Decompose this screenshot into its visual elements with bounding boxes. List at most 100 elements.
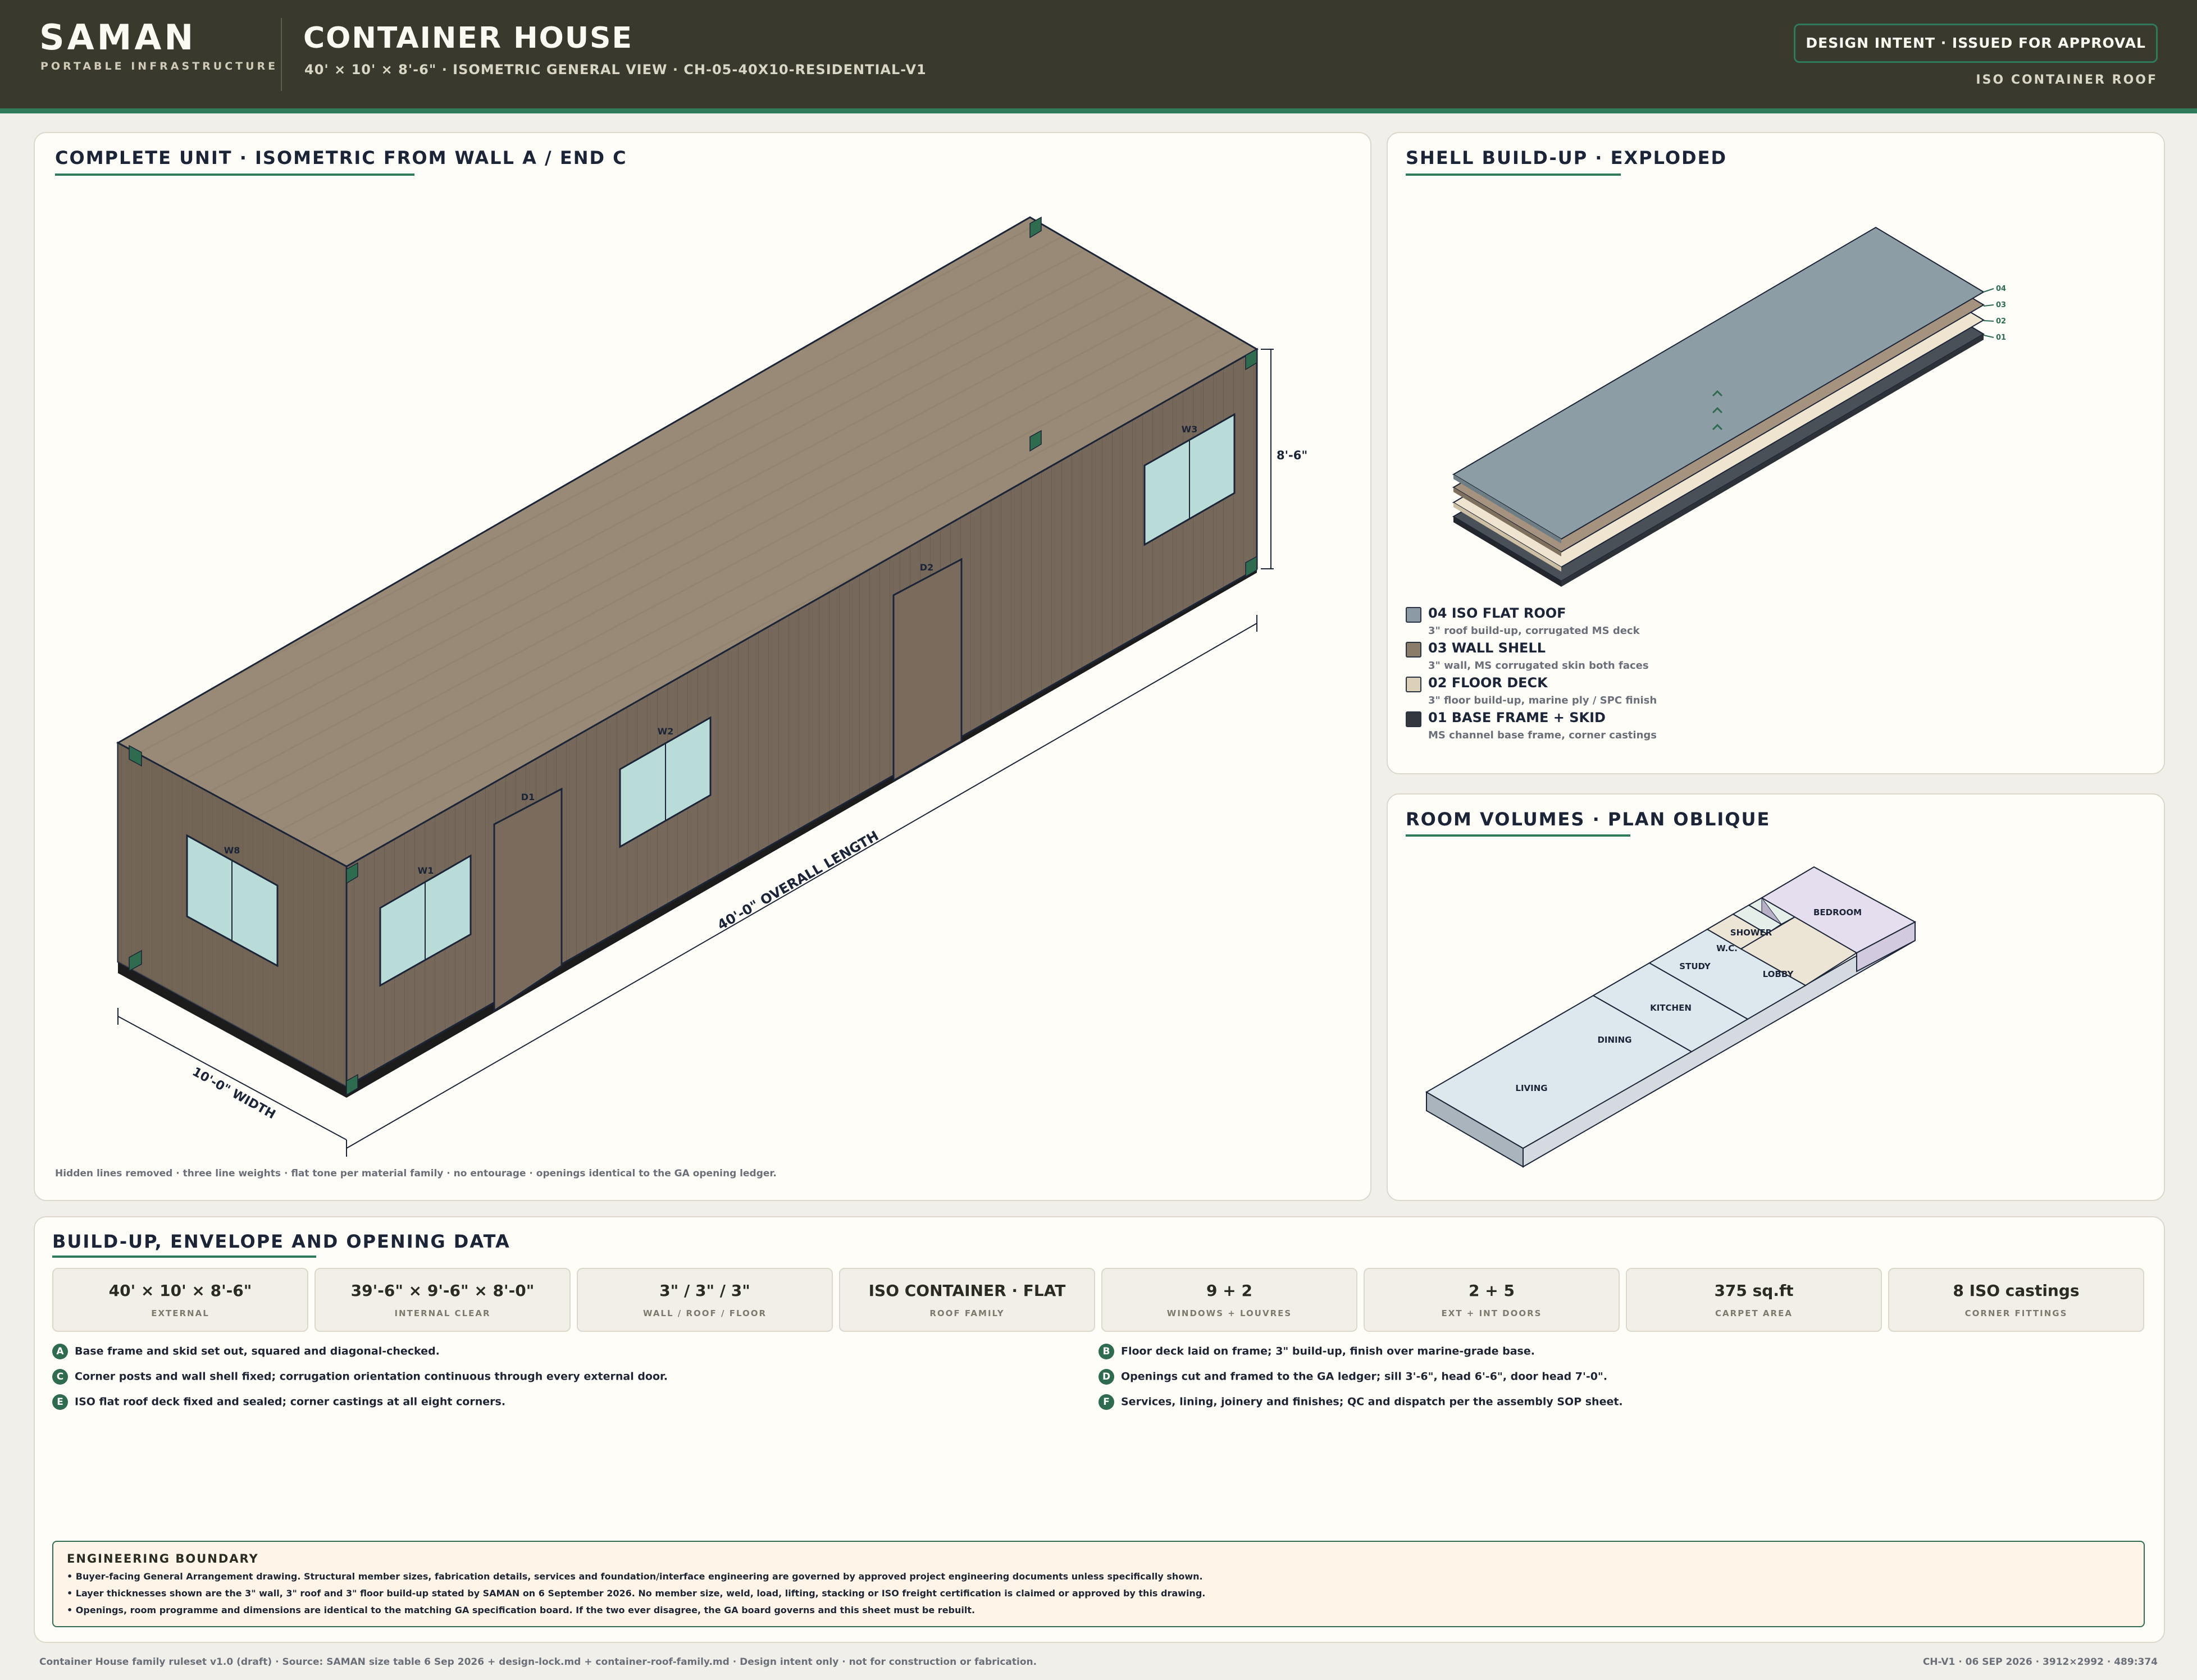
header-accent-rule	[0, 108, 2197, 113]
footer-source-note: Container House family ruleset v1.0 (dra…	[39, 1656, 1037, 1668]
stat-carpet-area-label: CARPET AREA	[1715, 1308, 1793, 1318]
stat-layer-thickness-label: WALL / ROOF / FLOOR	[642, 1308, 767, 1318]
iso-view-footnote: Hidden lines removed · three line weight…	[55, 1168, 777, 1179]
opening-label-w3: W3	[1182, 424, 1198, 435]
roof-family-tag: ISO CONTAINER ROOF	[1976, 73, 2158, 87]
height-dimension	[1261, 349, 1274, 569]
room-label-shower: SHOWER	[1730, 928, 1772, 938]
layer-leaders	[1983, 288, 1994, 338]
shell-exploded-drawing: 04 03 02 01	[1452, 226, 2006, 587]
stat-external-label: EXTERNAL	[151, 1308, 209, 1318]
stat-windows-label: WINDOWS + LOUVRES	[1166, 1308, 1292, 1318]
height-dimension-label: 8'-6"	[1277, 449, 1307, 462]
stat-corner-fittings-value: 8 ISO castings	[1953, 1281, 2080, 1300]
engineering-boundary-title: ENGINEERING BOUNDARY	[67, 1552, 259, 1565]
legend-sub-floor: 3" floor build-up, marine ply / SPC fini…	[1428, 695, 1657, 706]
shell-buildup-title: SHELL BUILD-UP · EXPLODED	[1406, 147, 1727, 168]
layer-tag-04: 04	[1996, 285, 2006, 293]
step-f-badge: F	[1098, 1394, 1114, 1410]
status-badge: DESIGN INTENT · ISSUED FOR APPROVAL	[1794, 24, 2158, 63]
buildup-data-title-rule	[52, 1256, 316, 1258]
room-volumes-title: ROOM VOLUMES · PLAN OBLIQUE	[1406, 809, 1771, 830]
step-a: A Base frame and skid set out, squared an…	[52, 1344, 440, 1359]
stat-doors-label: EXT + INT DOORS	[1441, 1308, 1542, 1318]
legend-swatch-roof	[1406, 607, 1421, 623]
engineering-boundary-line: • Openings, room programme and dimension…	[67, 1605, 976, 1615]
room-volumes-title-rule	[1406, 834, 1630, 837]
layer-tag-01: 01	[1996, 334, 2006, 342]
step-d-badge: D	[1098, 1369, 1114, 1385]
step-c: C Corner posts and wall shell fixed; corr…	[52, 1369, 668, 1385]
stat-internal-clear-value: 39'-6" × 9'-6" × 8'-0"	[350, 1281, 535, 1300]
stat-doors: 2 + 5 EXT + INT DOORS	[1364, 1268, 1620, 1332]
engineering-boundary-line: • Layer thicknesses shown are the 3" wal…	[67, 1588, 1206, 1599]
stat-corner-fittings-label: CORNER FITTINGS	[1964, 1308, 2068, 1318]
stat-roof-family: ISO CONTAINER · FLAT ROOF FAMILY	[839, 1268, 1095, 1332]
step-e-text: ISO flat roof deck fixed and sealed; cor…	[75, 1395, 506, 1408]
document-subtitle: 40' × 10' × 8'-6" · ISOMETRIC GENERAL VI…	[304, 62, 927, 77]
room-label-living: LIVING	[1515, 1083, 1547, 1093]
stat-doors-value: 2 + 5	[1469, 1281, 1515, 1300]
stat-layer-thickness: 3" / 3" / 3" WALL / ROOF / FLOOR	[577, 1268, 833, 1332]
step-a-badge: A	[52, 1344, 68, 1359]
stat-roof-family-value: ISO CONTAINER · FLAT	[868, 1281, 1066, 1300]
room-label-study: STUDY	[1679, 961, 1711, 971]
stat-layer-thickness-value: 3" / 3" / 3"	[659, 1281, 750, 1300]
engineering-boundary-box: ENGINEERING BOUNDARY • Buyer-facing Gene…	[52, 1541, 2145, 1627]
header-divider	[281, 18, 282, 91]
legend-title-wall: 03 WALL SHELL	[1428, 640, 1546, 656]
opening-label-w2: W2	[658, 726, 674, 737]
stat-internal-clear-label: INTERNAL CLEAR	[394, 1308, 491, 1318]
stat-corner-fittings: 8 ISO castings CORNER FITTINGS	[1888, 1268, 2144, 1332]
width-dimension-label: 10'-0" WIDTH	[190, 1065, 277, 1122]
opening-label-w8: W8	[224, 845, 240, 856]
room-label-kitchen: KITCHEN	[1650, 1003, 1692, 1013]
step-d-text: Openings cut and framed to the GA ledger…	[1121, 1370, 1608, 1383]
legend-swatch-floor	[1406, 677, 1421, 692]
stat-external: 40' × 10' × 8'-6" EXTERNAL	[52, 1268, 308, 1332]
legend-title-roof: 04 ISO FLAT ROOF	[1428, 605, 1566, 621]
step-c-text: Corner posts and wall shell fixed; corru…	[75, 1370, 668, 1383]
brand-tagline: PORTABLE INFRASTRUCTURE	[40, 60, 279, 72]
legend-swatch-wall	[1406, 642, 1421, 658]
stat-internal-clear: 39'-6" × 9'-6" × 8'-0" INTERNAL CLEAR	[314, 1268, 571, 1332]
step-a-text: Base frame and skid set out, squared and…	[75, 1345, 440, 1358]
document-title: CONTAINER HOUSE	[303, 21, 633, 55]
step-f-text: Services, lining, joinery and finishes; …	[1121, 1395, 1623, 1408]
opening-label-d1: D1	[521, 792, 535, 802]
iso-view-title: COMPLETE UNIT · ISOMETRIC FROM WALL A / …	[55, 147, 627, 168]
brand-name: SAMAN	[39, 17, 197, 58]
step-b: B Floor deck laid on frame; 3" build-up, …	[1098, 1344, 1535, 1359]
title-bar: SAMAN PORTABLE INFRASTRUCTURE CONTAINER …	[0, 0, 2197, 108]
stat-roof-family-label: ROOF FAMILY	[929, 1308, 1005, 1318]
room-label-bedroom: BEDROOM	[1813, 907, 1862, 917]
room-label-dining: DINING	[1597, 1035, 1631, 1045]
layer-tag-02: 02	[1996, 317, 2006, 326]
step-b-badge: B	[1098, 1344, 1114, 1359]
stat-external-value: 40' × 10' × 8'-6"	[108, 1281, 252, 1300]
iso-view-title-rule	[55, 174, 414, 176]
container-isometric-drawing: W1 D1 W2 D2 W3 W8 8'-6" 40'-0" OVERALL L…	[116, 216, 1307, 1157]
legend-swatch-base	[1406, 711, 1421, 727]
room-volumes-drawing: LIVING DINING KITCHEN STUDY W.C. SHOWER …	[1425, 866, 1917, 1168]
legend-sub-roof: 3" roof build-up, corrugated MS deck	[1428, 625, 1640, 637]
legend-title-base: 01 BASE FRAME + SKID	[1428, 710, 1606, 725]
step-c-badge: C	[52, 1369, 68, 1385]
legend-sub-wall: 3" wall, MS corrugated skin both faces	[1428, 660, 1649, 672]
room-label-wc: W.C.	[1716, 943, 1738, 953]
layer-tag-03: 03	[1996, 301, 2006, 309]
step-b-text: Floor deck laid on frame; 3" build-up, f…	[1121, 1345, 1535, 1358]
stat-carpet-area-value: 375 sq.ft	[1714, 1281, 1794, 1300]
step-d: D Openings cut and framed to the GA ledge…	[1098, 1369, 1607, 1385]
room-label-lobby: LOBBY	[1763, 969, 1794, 979]
legend-title-floor: 02 FLOOR DECK	[1428, 675, 1548, 691]
step-f: F Services, lining, joinery and finishes;…	[1098, 1394, 1623, 1410]
step-e: E ISO flat roof deck fixed and sealed; co…	[52, 1394, 505, 1410]
legend-sub-base: MS channel base frame, corner castings	[1428, 729, 1657, 741]
buildup-data-title: BUILD-UP, ENVELOPE AND OPENING DATA	[52, 1231, 510, 1252]
stat-carpet-area: 375 sq.ft CARPET AREA	[1626, 1268, 1882, 1332]
footer-sheet-ref: CH-V1 · 06 SEP 2026 · 3912×2992 · 489:37…	[1922, 1656, 2158, 1668]
opening-label-d2: D2	[920, 562, 933, 573]
shell-buildup-title-rule	[1406, 174, 1621, 176]
step-e-badge: E	[52, 1394, 68, 1410]
